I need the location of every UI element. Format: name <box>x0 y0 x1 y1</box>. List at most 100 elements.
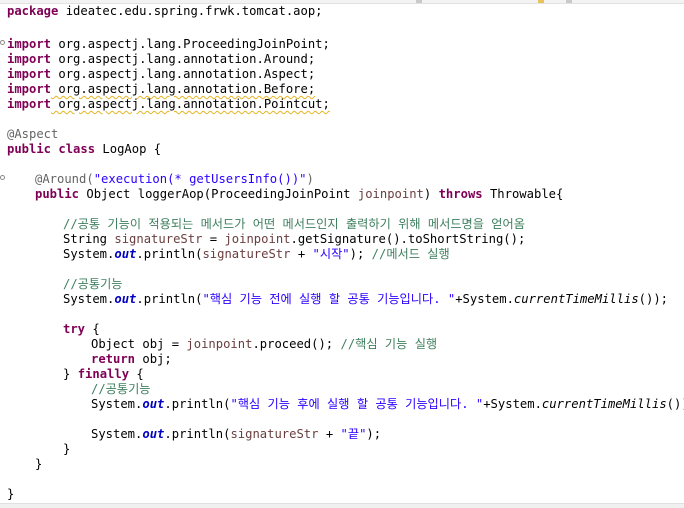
static-field: out <box>114 247 137 261</box>
keyword: import <box>7 52 52 66</box>
code-line-import: import org.aspectj.lang.annotation.Point… <box>7 97 330 112</box>
string-literal: "핵심 기능 후에 실행 할 공통 기능입니다. " <box>230 397 484 411</box>
import-path: org.aspectj.lang.annotation.Around; <box>51 52 316 66</box>
fold-toggle-icon[interactable] <box>0 175 5 180</box>
tab-edge-mark <box>416 0 422 3</box>
keyword: import <box>7 67 52 81</box>
string-literal: "끝" <box>340 427 367 441</box>
local-variable: signatureStr <box>230 427 319 441</box>
static-method: currentTimeMillis <box>513 292 639 306</box>
code-line-comment: //공통 기능이 적용되는 메서드가 어떤 메서드인지 출력하기 위해 메서드명… <box>63 217 525 232</box>
keyword: throws <box>438 187 483 201</box>
annotation: @Aspect <box>7 127 59 141</box>
code-line-around: @Around("execution(* getUsersInfo())") <box>35 172 314 187</box>
code-line-return: return obj; <box>91 352 172 367</box>
code-text: +System. <box>455 292 514 306</box>
parameter: joinpoint <box>224 232 291 246</box>
keyword: try <box>63 322 86 336</box>
keyword: class <box>58 142 96 156</box>
class-name: LogAop { <box>95 142 162 156</box>
import-path-unused: org.aspectj.lang.annotation.Pointcut; <box>51 97 330 111</box>
code-text: .proceed(); <box>252 337 334 351</box>
code-text: .getSignature().toShortString(); <box>290 232 526 246</box>
import-path-unused: org.aspectj.lang.annotation.Before; <box>51 82 316 96</box>
code-line-close-brace: } <box>7 487 14 502</box>
code-text: ); <box>349 247 365 261</box>
code-line-method-sig: public Object loggerAop(ProceedingJoinPo… <box>35 187 563 202</box>
annotation: ) <box>306 172 314 186</box>
local-variable: signatureStr <box>202 247 291 261</box>
code-text: + <box>318 427 341 441</box>
method-signature: Object loggerAop(ProceedingJoinPoint <box>79 187 358 201</box>
code-text: } <box>7 487 15 501</box>
code-text: } <box>63 367 78 381</box>
tab-edge-mark <box>538 0 544 3</box>
static-field: out <box>114 292 137 306</box>
code-line-signature: String signatureStr = joinpoint.getSigna… <box>63 232 525 247</box>
keyword: import <box>7 82 52 96</box>
code-text: ()); <box>666 397 684 411</box>
code-line-import: import org.aspectj.lang.annotation.Aroun… <box>7 52 315 67</box>
code-text: +System. <box>483 397 542 411</box>
annotation: @Around( <box>35 172 94 186</box>
code-text: .println( <box>164 397 231 411</box>
code-editor[interactable]: package ideatec.edu.spring.frwk.tomcat.a… <box>0 4 684 504</box>
keyword: public <box>7 142 52 156</box>
code-text: Object obj = <box>91 337 187 351</box>
comment: //핵심 기능 실행 <box>333 337 438 351</box>
static-field: out <box>142 397 165 411</box>
string-literal: "execution(* getUsersInfo())" <box>93 172 307 186</box>
keyword: return <box>91 352 136 366</box>
parameter: joinpoint <box>357 187 424 201</box>
static-field: out <box>142 427 165 441</box>
code-line-println: System.out.println(signatureStr + "끝"); <box>91 427 381 442</box>
comment: //메서드 실행 <box>364 247 450 261</box>
method-signature: Throwable{ <box>482 187 564 201</box>
code-line-import: import org.aspectj.lang.annotation.Aspec… <box>7 67 315 82</box>
code-line-println: System.out.println("핵심 기능 후에 실행 할 공통 기능입… <box>91 397 684 412</box>
string-literal: "핵심 기능 전에 실행 할 공통 기능입니다. " <box>202 292 456 306</box>
code-text: } <box>35 457 43 471</box>
editor-bottom-edge <box>0 503 684 508</box>
code-line-finally: } finally { <box>63 367 144 382</box>
keyword: finally <box>77 367 130 381</box>
code-text: System. <box>91 397 143 411</box>
code-line-println: System.out.println(signatureStr + "시작");… <box>63 247 450 262</box>
code-line-comment: //공통기능 <box>91 382 151 397</box>
code-line-println: System.out.println("핵심 기능 전에 실행 할 공통 기능입… <box>63 292 668 307</box>
code-line-close-brace: } <box>35 457 42 472</box>
code-text: { <box>85 322 100 336</box>
tab-edge-mark <box>566 0 572 3</box>
code-text: System. <box>91 427 143 441</box>
code-text: { <box>129 367 144 381</box>
code-line-try: try { <box>63 322 100 337</box>
fold-toggle-icon[interactable] <box>0 40 5 45</box>
local-variable: signatureStr <box>114 232 203 246</box>
string-literal: "시작" <box>312 247 350 261</box>
parameter: joinpoint <box>186 337 253 351</box>
package-name: ideatec.edu.spring.frwk.tomcat.aop; <box>58 4 323 18</box>
code-text: .println( <box>136 292 203 306</box>
comment: //공통기능 <box>63 277 123 291</box>
code-text: ); <box>366 427 382 441</box>
keyword: package <box>7 4 59 18</box>
keyword: import <box>7 97 52 111</box>
code-line-close-brace: } <box>63 442 70 457</box>
code-line-class-decl: public class LogAop { <box>7 142 161 157</box>
comment: //공통기능 <box>91 382 151 396</box>
code-text: = <box>202 232 225 246</box>
code-text: } <box>63 442 71 456</box>
code-line-proceed: Object obj = joinpoint.proceed(); //핵심 기… <box>91 337 437 352</box>
code-line-package: package ideatec.edu.spring.frwk.tomcat.a… <box>7 4 323 19</box>
method-signature: ) <box>423 187 439 201</box>
code-text: .println( <box>164 427 231 441</box>
comment: //공통 기능이 적용되는 메서드가 어떤 메서드인지 출력하기 위해 메서드명… <box>63 217 525 231</box>
import-path: org.aspectj.lang.annotation.Aspect; <box>51 67 316 81</box>
static-method: currentTimeMillis <box>541 397 667 411</box>
code-line-comment: //공통기능 <box>63 277 123 292</box>
keyword: import <box>7 37 52 51</box>
code-line-annotation: @Aspect <box>7 127 58 142</box>
keyword: public <box>35 187 80 201</box>
import-path: org.aspectj.lang.ProceedingJoinPoint; <box>51 37 330 51</box>
code-text: ()); <box>638 292 669 306</box>
